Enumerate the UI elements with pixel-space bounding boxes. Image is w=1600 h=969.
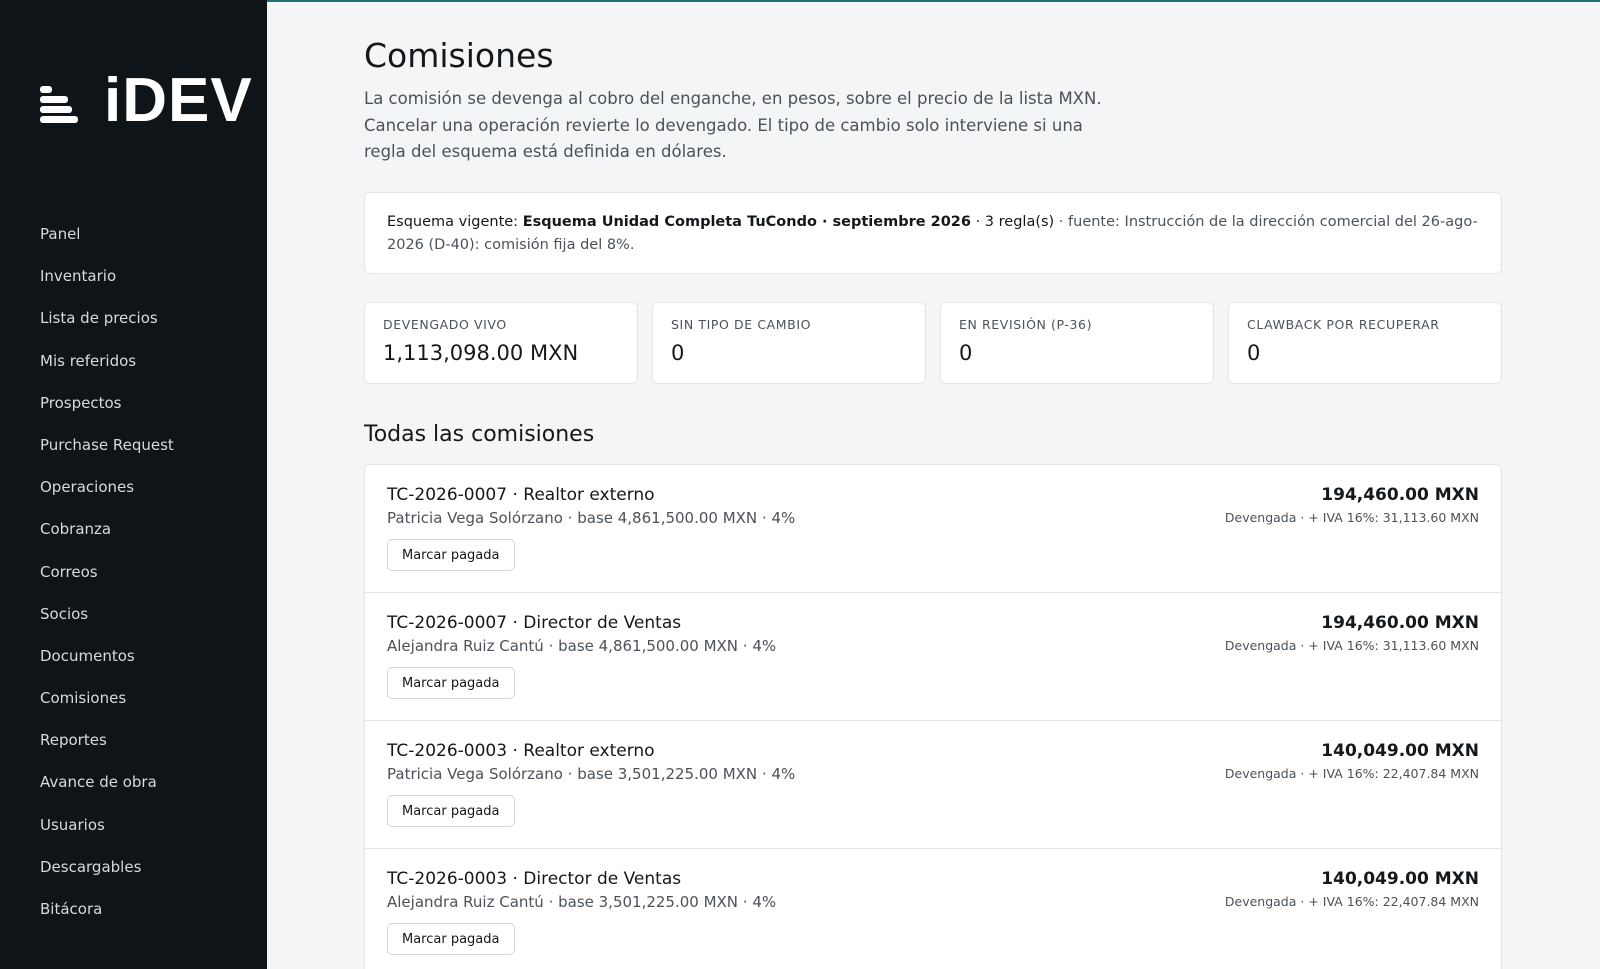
sidebar-item-panel[interactable]: Panel <box>40 224 174 266</box>
sidebar-item-bitacora[interactable]: Bitácora <box>40 899 174 941</box>
sidebar-item-documentos[interactable]: Documentos <box>40 646 174 688</box>
commission-amount: 194,460.00 MXN <box>1321 613 1479 633</box>
mark-paid-button[interactable]: Marcar pagada <box>387 923 515 955</box>
commission-row: TC-2026-0007 · Realtor externo Patricia … <box>365 465 1501 593</box>
sidebar-item-socios[interactable]: Socios <box>40 604 174 646</box>
commission-amount: 140,049.00 MXN <box>1321 741 1479 761</box>
kpi-sin-tipo-de-cambio: Sin tipo de cambio 0 <box>652 302 926 384</box>
section-title: Todas las comisiones <box>364 422 595 447</box>
sidebar-item-descargables[interactable]: Descargables <box>40 857 174 899</box>
kpi-label: En revisión (P-36) <box>959 317 1093 332</box>
brand-logo[interactable]: iDEV <box>40 70 253 132</box>
commission-row: TC-2026-0003 · Director de Ventas Alejan… <box>365 849 1501 969</box>
mark-paid-button[interactable]: Marcar pagada <box>387 795 515 827</box>
kpi-label: Devengado vivo <box>383 317 507 332</box>
commission-amount: 194,460.00 MXN <box>1321 485 1479 505</box>
sidebar-item-reportes[interactable]: Reportes <box>40 730 174 772</box>
commission-amount-block: 140,049.00 MXN Devengada · + IVA 16%: 22… <box>1225 741 1479 781</box>
commission-status-note: Devengada · + IVA 16%: 22,407.84 MXN <box>1224 766 1479 781</box>
kpi-cards: Devengado vivo 1,113,098.00 MXN Sin tipo… <box>364 302 1502 384</box>
sidebar: iDEV Panel Inventario Lista de precios M… <box>0 0 267 969</box>
commission-status-note: Devengada · + IVA 16%: 31,113.60 MXN <box>1224 638 1479 653</box>
stack-logo-icon <box>40 78 78 124</box>
commission-status-note: Devengada · + IVA 16%: 31,113.60 MXN <box>1224 510 1479 525</box>
sidebar-item-lista-de-precios[interactable]: Lista de precios <box>40 308 174 350</box>
scheme-name: Esquema Unidad Completa TuCondo · septie… <box>522 214 971 230</box>
brand-name: iDEV <box>104 66 253 135</box>
sidebar-item-inventario[interactable]: Inventario <box>40 266 174 308</box>
kpi-en-revision: En revisión (P-36) 0 <box>940 302 1214 384</box>
kpi-clawback: Clawback por recuperar 0 <box>1228 302 1502 384</box>
sidebar-item-mis-referidos[interactable]: Mis referidos <box>40 351 174 393</box>
commission-row: TC-2026-0007 · Director de Ventas Alejan… <box>365 593 1501 721</box>
kpi-value: 0 <box>959 341 973 365</box>
kpi-devengado-vivo: Devengado vivo 1,113,098.00 MXN <box>364 302 638 384</box>
commission-amount: 140,049.00 MXN <box>1321 869 1479 889</box>
page-title: Comisiones <box>364 36 554 75</box>
kpi-value: 1,113,098.00 MXN <box>383 341 579 365</box>
mark-paid-button[interactable]: Marcar pagada <box>387 667 515 699</box>
kpi-value: 0 <box>671 341 685 365</box>
page-intro: La comisión se devenga al cobro del enga… <box>364 89 1102 161</box>
sidebar-item-purchase-request[interactable]: Purchase Request <box>40 435 174 477</box>
kpi-label: Clawback por recuperar <box>1247 317 1440 332</box>
sidebar-item-cobranza[interactable]: Cobranza <box>40 519 174 561</box>
sidebar-item-operaciones[interactable]: Operaciones <box>40 477 174 519</box>
sidebar-item-avance-de-obra[interactable]: Avance de obra <box>40 772 174 814</box>
sidebar-item-usuarios[interactable]: Usuarios <box>40 815 174 857</box>
commissions-list: TC-2026-0007 · Realtor externo Patricia … <box>364 464 1502 969</box>
kpi-value: 0 <box>1247 341 1261 365</box>
sidebar-item-comisiones[interactable]: Comisiones <box>40 688 174 730</box>
sidebar-nav: Panel Inventario Lista de precios Mis re… <box>40 224 174 941</box>
commission-amount-block: 140,049.00 MXN Devengada · + IVA 16%: 22… <box>1225 869 1479 909</box>
commission-row: TC-2026-0003 · Realtor externo Patricia … <box>365 721 1501 849</box>
sidebar-item-correos[interactable]: Correos <box>40 562 174 604</box>
commission-status-note: Devengada · + IVA 16%: 22,407.84 MXN <box>1224 894 1479 909</box>
commission-amount-block: 194,460.00 MXN Devengada · + IVA 16%: 31… <box>1225 485 1479 525</box>
scheme-rules: · 3 regla(s) <box>970 214 1055 230</box>
scheme-prefix: Esquema vigente: <box>387 214 523 230</box>
sidebar-item-prospectos[interactable]: Prospectos <box>40 393 174 435</box>
commission-amount-block: 194,460.00 MXN Devengada · + IVA 16%: 31… <box>1225 613 1479 653</box>
mark-paid-button[interactable]: Marcar pagada <box>387 539 515 571</box>
active-scheme-card: Esquema vigente: Esquema Unidad Completa… <box>364 192 1502 274</box>
kpi-label: Sin tipo de cambio <box>671 317 812 332</box>
